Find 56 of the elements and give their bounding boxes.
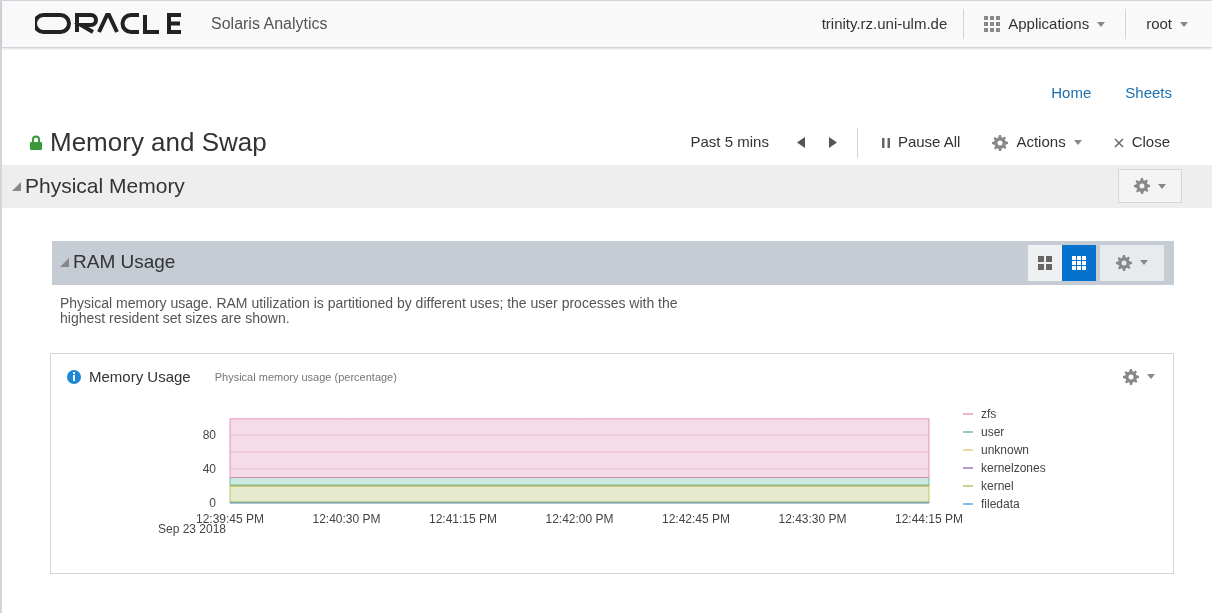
settings-icon bbox=[1116, 254, 1132, 271]
grid-icon bbox=[1072, 255, 1086, 270]
legend-label: user bbox=[981, 424, 1005, 439]
axis-tick-label: 80 bbox=[202, 427, 216, 442]
nav-link[interactable]: Sheets bbox=[1125, 82, 1172, 105]
settings-icon bbox=[1123, 368, 1139, 385]
info-icon[interactable] bbox=[67, 369, 81, 384]
host-name: trinity.rz.uni-ulm.de bbox=[820, 13, 949, 34]
applications-menu[interactable]: Applications bbox=[964, 12, 1126, 36]
four-squares-icon bbox=[1038, 255, 1052, 270]
legend-label: zfs bbox=[981, 406, 997, 421]
settings-menu-button[interactable] bbox=[1123, 368, 1155, 385]
product-name: Solaris Analytics bbox=[211, 14, 328, 34]
caret-icon bbox=[1097, 21, 1106, 27]
legend-label: kernelzones bbox=[981, 460, 1046, 475]
collapse-icon[interactable] bbox=[12, 181, 21, 191]
caret-icon bbox=[1158, 183, 1166, 189]
left-triangle-icon bbox=[796, 137, 805, 148]
pause-all-button[interactable]: Pause All bbox=[881, 131, 961, 154]
user-menu[interactable]: root bbox=[1126, 12, 1212, 36]
legend-label: kernel bbox=[981, 478, 1014, 493]
legend-label: filedata bbox=[981, 496, 1020, 511]
axis-tick-label: 12:43:30 PM bbox=[778, 511, 847, 526]
axis-tick-label: 40 bbox=[202, 461, 216, 476]
settings-menu-button[interactable] bbox=[1118, 169, 1182, 203]
axis-tick-label: 0 bbox=[209, 495, 216, 510]
time-range: Past 5 mins bbox=[690, 132, 769, 153]
panel-title: RAM Usage bbox=[73, 250, 176, 275]
caret-icon bbox=[1073, 140, 1082, 145]
axis-tick-label: 12:40:30 PM bbox=[312, 511, 381, 526]
layout-toggle[interactable] bbox=[1062, 244, 1096, 281]
right-triangle-icon bbox=[828, 137, 837, 148]
panel-description: Physical memory usage. RAM utilization is partitioned by different uses; the user processes with the highest resident set sizes are shown. bbox=[59, 295, 679, 326]
legend-label: unknown bbox=[981, 442, 1030, 457]
chart-subtitle: Physical memory usage (percentage) bbox=[214, 369, 397, 385]
axis-tick-label: 12:42:00 PM bbox=[545, 511, 614, 526]
section-title: Physical Memory bbox=[25, 173, 185, 200]
settings-menu-button[interactable] bbox=[1100, 244, 1164, 281]
close-button[interactable]: Close bbox=[1113, 131, 1170, 154]
caret-icon bbox=[1140, 260, 1148, 265]
nav-link[interactable]: Home bbox=[1051, 82, 1092, 105]
settings-icon bbox=[992, 134, 1009, 151]
close-icon bbox=[1113, 137, 1124, 148]
caret-icon bbox=[1147, 374, 1155, 380]
chart-title: Memory Usage bbox=[89, 366, 191, 387]
caret-icon bbox=[1180, 21, 1188, 27]
sheet-title: Memory and Swap bbox=[50, 126, 267, 159]
axis-tick-label: 12:44:15 PM bbox=[895, 511, 963, 526]
layout-toggle[interactable] bbox=[1028, 244, 1062, 281]
settings-icon bbox=[1134, 178, 1150, 194]
actions-menu[interactable]: Actions bbox=[992, 131, 1082, 154]
collapse-icon[interactable] bbox=[60, 258, 69, 267]
axis-tick-label: 12:41:15 PM bbox=[429, 511, 497, 526]
grid-icon bbox=[984, 16, 1001, 32]
pause-icon bbox=[881, 137, 890, 148]
axis-tick-label: 12:42:45 PM bbox=[662, 511, 730, 526]
